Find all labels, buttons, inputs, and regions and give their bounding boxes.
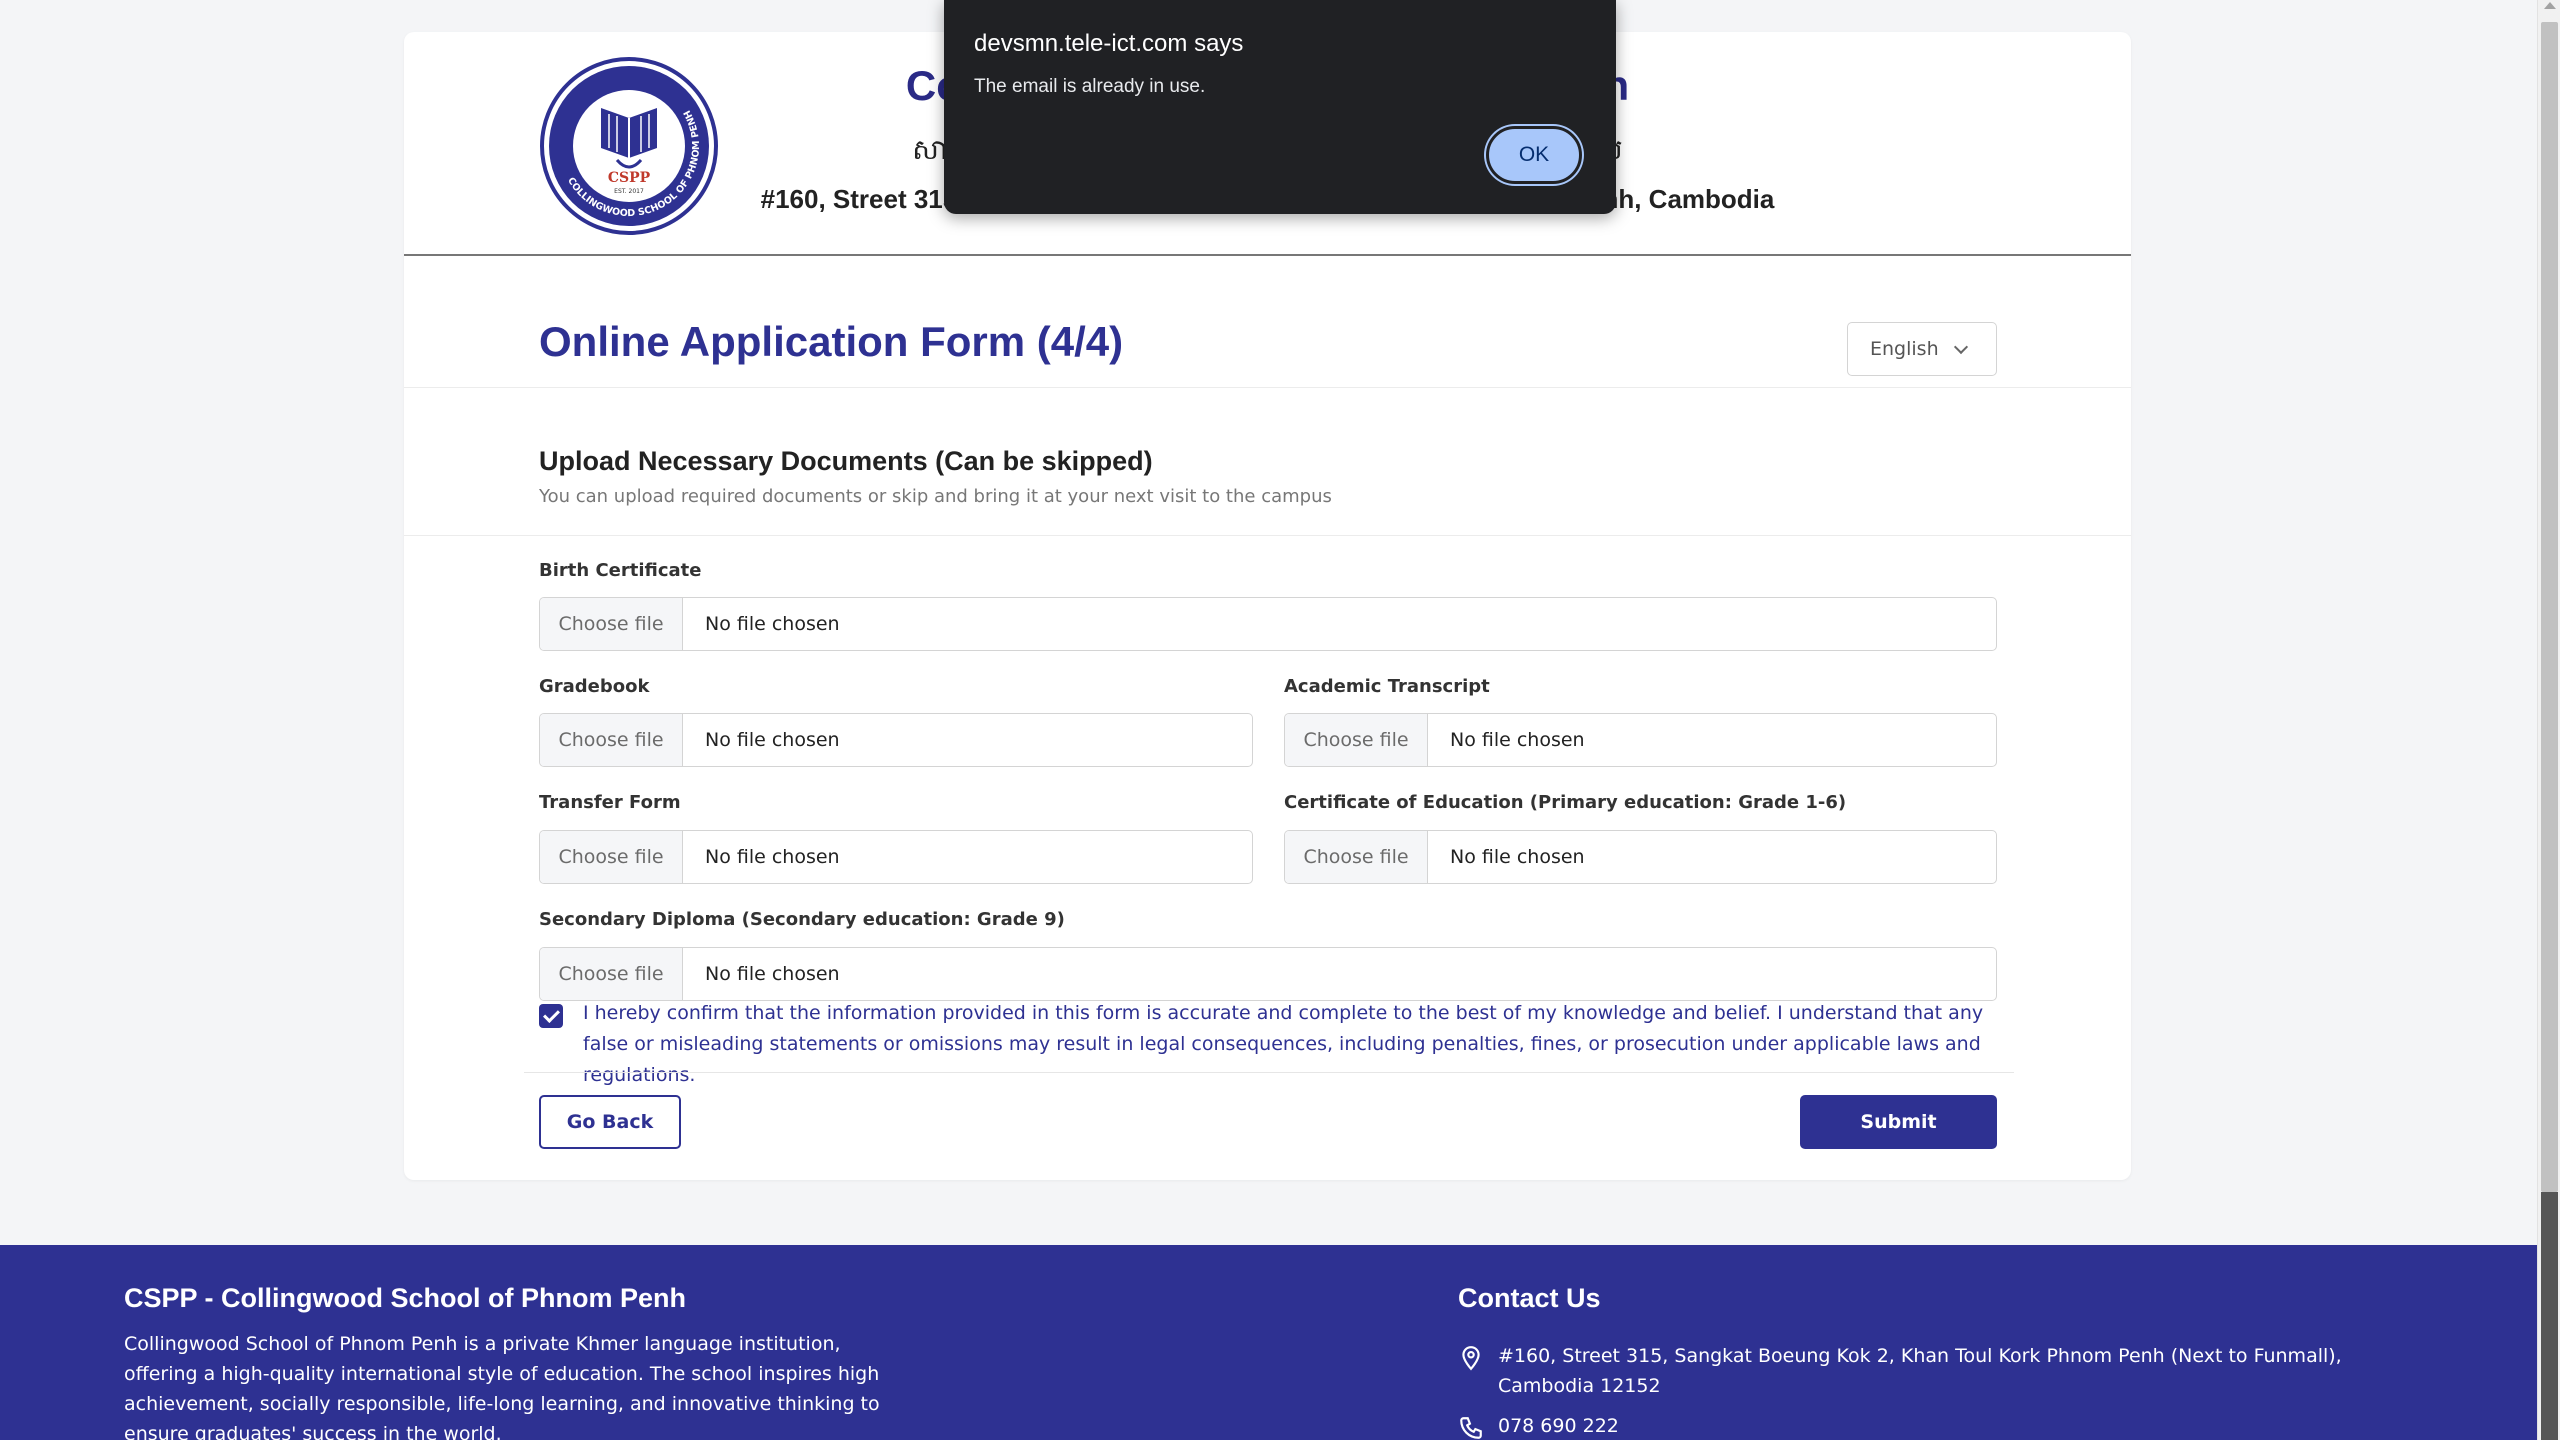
form-title-row: Online Application Form (4/4) English (404, 258, 2131, 388)
birth-certificate-file-input[interactable]: Choose file No file chosen (539, 597, 1997, 651)
file-status: No file chosen (705, 729, 840, 751)
transfer-form-file-input[interactable]: Choose file No file chosen (539, 830, 1253, 884)
academic-transcript-file-input[interactable]: Choose file No file chosen (1284, 713, 1997, 767)
confirm-text: I hereby confirm that the information pr… (583, 1002, 1984, 1086)
contact-phone-text[interactable]: 078 690 222 (1498, 1411, 1619, 1440)
section-title: Upload Necessary Documents (Can be skipp… (539, 446, 1153, 476)
academic-transcript-label: Academic Transcript (1284, 676, 1490, 697)
language-select[interactable]: English (1847, 322, 1997, 376)
location-pin-icon (1462, 1346, 1480, 1371)
choose-file-button[interactable]: Choose file (540, 831, 683, 883)
file-status: No file chosen (1450, 729, 1585, 751)
choose-file-button[interactable]: Choose file (1285, 831, 1428, 883)
divider (524, 1072, 2014, 1073)
transfer-form-label: Transfer Form (539, 792, 681, 813)
footer: CSPP - Collingwood School of Phnom Penh … (0, 1245, 2537, 1440)
choose-file-button[interactable]: Choose file (540, 948, 683, 1000)
secondary-diploma-file-input[interactable]: Choose file No file chosen (539, 947, 1997, 1001)
file-status: No file chosen (705, 846, 840, 868)
footer-title: CSPP - Collingwood School of Phnom Penh (124, 1283, 686, 1313)
contact-title: Contact Us (1458, 1283, 1601, 1313)
file-status: No file chosen (705, 613, 840, 635)
certificate-education-file-input[interactable]: Choose file No file chosen (1284, 830, 1997, 884)
secondary-diploma-label: Secondary Diploma (Secondary education: … (539, 909, 1065, 930)
section-subtitle: You can upload required documents or ski… (539, 486, 1332, 507)
alert-title: devsmn.tele-ict.com says (974, 30, 1244, 57)
choose-file-button[interactable]: Choose file (1285, 714, 1428, 766)
scrollbar-thumb[interactable] (2541, 1192, 2558, 1440)
choose-file-button[interactable]: Choose file (540, 598, 683, 650)
gradebook-file-input[interactable]: Choose file No file chosen (539, 713, 1253, 767)
file-status: No file chosen (705, 963, 840, 985)
go-back-button[interactable]: Go Back (539, 1095, 681, 1149)
birth-certificate-label: Birth Certificate (539, 560, 702, 581)
page-title: Online Application Form (4/4) (539, 318, 1124, 365)
choose-file-button[interactable]: Choose file (540, 714, 683, 766)
alert-ok-button[interactable]: OK (1486, 126, 1582, 184)
chevron-down-icon (1953, 339, 1969, 355)
scroll-up-arrow-icon[interactable] (2544, 2, 2556, 9)
language-select-value: English (1870, 338, 1939, 360)
confirm-checkbox[interactable] (539, 1004, 563, 1028)
contact-address-text: #160, Street 315, Sangkat Boeung Kok 2, … (1498, 1345, 2342, 1397)
file-status: No file chosen (1450, 846, 1585, 868)
contact-address: #160, Street 315, Sangkat Boeung Kok 2, … (1458, 1341, 2378, 1401)
gradebook-label: Gradebook (539, 676, 650, 697)
alert-dialog: devsmn.tele-ict.com says The email is al… (944, 0, 1616, 214)
alert-message: The email is already in use. (974, 76, 1206, 97)
submit-button[interactable]: Submit (1800, 1095, 1997, 1149)
certificate-education-label: Certificate of Education (Primary educat… (1284, 792, 1847, 813)
footer-description: Collingwood School of Phnom Penh is a pr… (124, 1333, 880, 1440)
page-scrollbar[interactable] (2537, 0, 2560, 1440)
contact-phone: 078 690 222 (1458, 1411, 1619, 1440)
section-header: Upload Necessary Documents (Can be skipp… (404, 388, 2131, 536)
phone-icon (1460, 1417, 1482, 1439)
scrollbar-track[interactable] (2541, 22, 2558, 1192)
